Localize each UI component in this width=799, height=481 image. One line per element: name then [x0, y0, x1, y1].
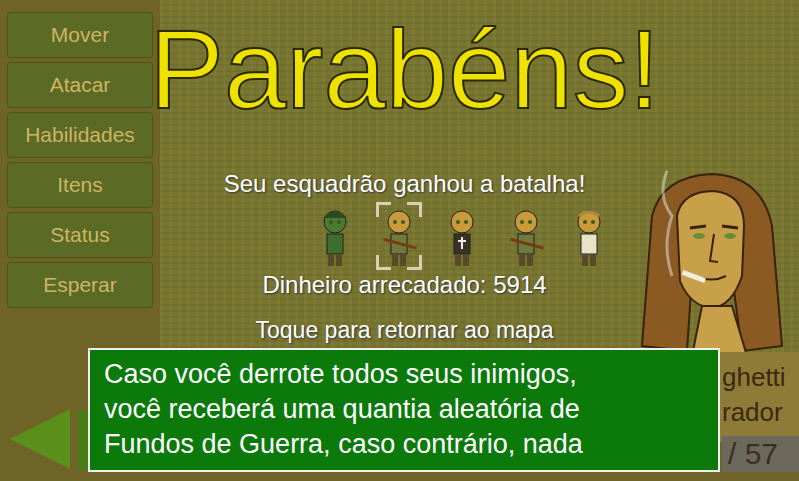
menu-button[interactable]: Itens	[7, 162, 153, 208]
selection-bracket	[407, 202, 422, 217]
squad-unit[interactable]	[503, 202, 549, 270]
menu-button[interactable]: Esperar	[7, 262, 153, 308]
commander-portrait-icon	[632, 156, 799, 356]
previous-arrow-icon[interactable]	[8, 406, 92, 472]
soldier-icon	[442, 204, 482, 268]
victory-title: Parabéns!	[0, 14, 799, 126]
menu-button[interactable]: Habilidades	[7, 112, 153, 158]
squad-unit[interactable]	[312, 202, 358, 270]
money-earned: Dinheiro arrecadado: 5914	[0, 271, 799, 299]
squad-unit[interactable]	[439, 202, 485, 270]
squad-row	[312, 202, 612, 270]
selection-bracket	[376, 255, 391, 270]
squad-unit[interactable]	[376, 202, 422, 270]
selection-bracket	[407, 255, 422, 270]
soldier-icon	[379, 204, 419, 268]
selection-bracket	[376, 202, 391, 217]
soldier-icon	[506, 204, 546, 268]
hint-line: Caso você derrote todos seus inimigos,	[104, 357, 704, 392]
soldier-icon	[569, 204, 609, 268]
unit-role: rador	[722, 397, 783, 428]
unit-name: ghetti	[722, 362, 786, 393]
hint-line: você receberá uma quantia aleatória de	[104, 392, 704, 427]
action-menu: MoverAtacarHabilidadesItensStatusEsperar	[7, 12, 153, 308]
soldier-icon	[315, 204, 355, 268]
hint-box: Caso você derrote todos seus inimigos,vo…	[88, 348, 720, 472]
hint-line: Fundos de Guerra, caso contrário, nada	[104, 427, 704, 462]
menu-button[interactable]: Status	[7, 212, 153, 258]
victory-message: Seu esquadrão ganhou a batalha!	[0, 170, 799, 198]
game-screen[interactable]: MoverAtacarHabilidadesItensStatusEsperar…	[0, 0, 799, 481]
squad-unit[interactable]	[566, 202, 612, 270]
menu-button[interactable]: Atacar	[7, 62, 153, 108]
menu-button[interactable]: Mover	[7, 12, 153, 58]
unit-hp: / 57	[722, 436, 799, 472]
return-prompt[interactable]: Toque para retornar ao mapa	[0, 317, 799, 344]
